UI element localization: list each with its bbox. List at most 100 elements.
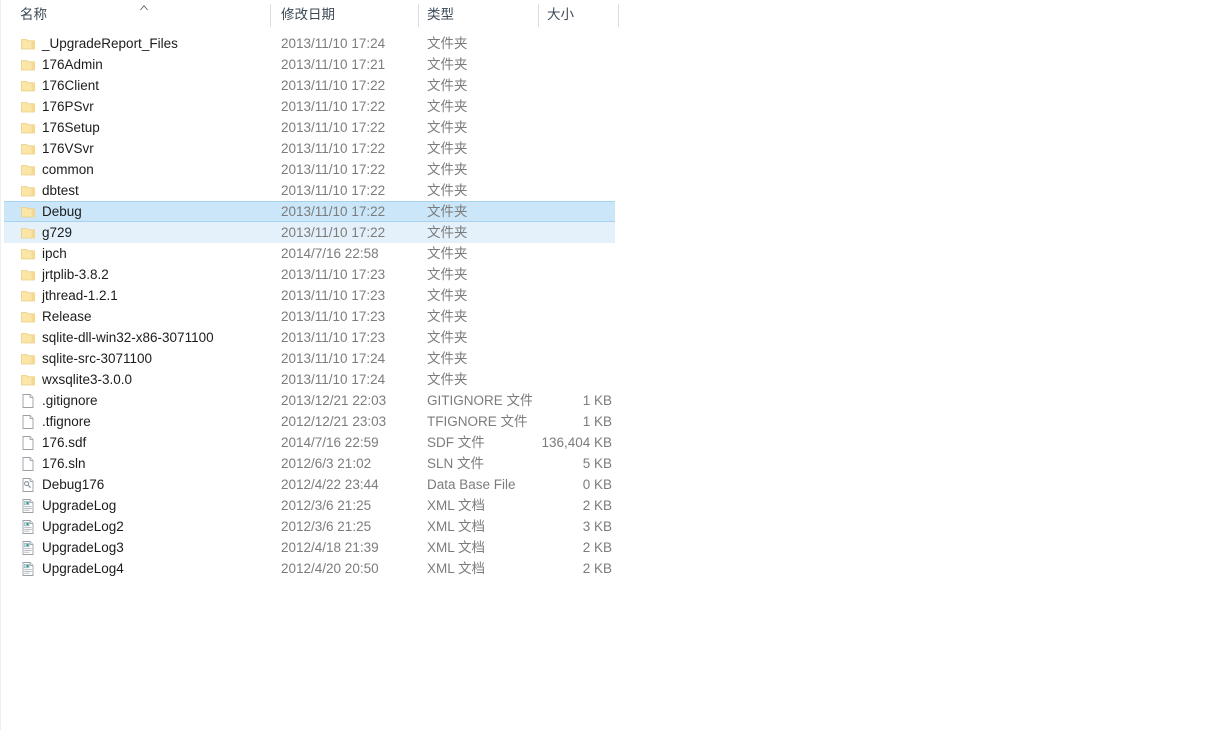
cell-size: 5 KB (582, 456, 612, 471)
file-list-row[interactable]: UpgradeLog2 2012/3/6 21:25 XML 文档 3 KB (1, 516, 1222, 537)
cell-name[interactable]: .tfignore (20, 411, 260, 432)
file-list-row[interactable]: jthread-1.2.1 2013/11/10 17:23 文件夹 (1, 285, 1222, 306)
cell-size (501, 75, 612, 96)
cell-size (501, 201, 612, 222)
cell-size (501, 348, 612, 369)
cell-name[interactable]: ipch (20, 243, 260, 264)
cell-name[interactable]: 176Setup (20, 117, 260, 138)
column-divider-size[interactable] (618, 4, 619, 27)
file-list-row[interactable]: common 2013/11/10 17:22 文件夹 (1, 159, 1222, 180)
cell-name[interactable]: 176.sln (20, 453, 260, 474)
file-list-row[interactable]: sqlite-dll-win32-x86-3071100 2013/11/10 1… (1, 327, 1222, 348)
file-list-row[interactable]: ipch 2014/7/16 22:58 文件夹 (1, 243, 1222, 264)
folder-icon (20, 351, 36, 367)
cell-name[interactable]: .gitignore (20, 390, 260, 411)
file-name-label: 176.sln (42, 456, 86, 471)
file-name-label: sqlite-dll-win32-x86-3071100 (42, 330, 214, 345)
cell-name[interactable]: wxsqlite3-3.0.0 (20, 369, 260, 390)
cell-size (501, 222, 612, 243)
cell-date-modified: 2013/11/10 17:23 (281, 330, 386, 345)
file-list: _UpgradeReport_Files 2013/11/10 17:24 文件夹 1… (1, 33, 1222, 579)
file-list-row[interactable]: 176PSvr 2013/11/10 17:22 文件夹 (1, 96, 1222, 117)
file-name-label: UpgradeLog (42, 498, 117, 513)
file-list-row[interactable]: wxsqlite3-3.0.0 2013/11/10 17:24 文件夹 (1, 369, 1222, 390)
folder-icon (20, 120, 36, 136)
file-name-label: common (42, 162, 94, 177)
file-list-row[interactable]: .tfignore 2012/12/21 23:03 TFIGNORE 文件 1 KB (1, 411, 1222, 432)
cell-name[interactable]: dbtest (20, 180, 260, 201)
cell-size (501, 138, 612, 159)
cell-name[interactable]: jrtplib-3.8.2 (20, 264, 260, 285)
file-list-row[interactable]: 176Setup 2013/11/10 17:22 文件夹 (1, 117, 1222, 138)
file-name-label: ipch (42, 246, 67, 261)
cell-date-modified: 2013/11/10 17:21 (281, 57, 386, 72)
cell-date-modified: 2013/12/21 22:03 (281, 393, 387, 408)
cell-name[interactable]: UpgradeLog (20, 495, 260, 516)
cell-name[interactable]: 176Admin (20, 54, 260, 75)
file-list-row[interactable]: sqlite-src-3071100 2013/11/10 17:24 文件夹 (1, 348, 1222, 369)
file-name-label: _UpgradeReport_Files (42, 36, 178, 51)
file-list-row[interactable]: _UpgradeReport_Files 2013/11/10 17:24 文件夹 (1, 33, 1222, 54)
cell-date-modified: 2013/11/10 17:22 (281, 225, 386, 240)
cell-name[interactable]: sqlite-src-3071100 (20, 348, 260, 369)
column-header-size[interactable]: 大小 (547, 0, 607, 30)
cell-name[interactable]: jthread-1.2.1 (20, 285, 260, 306)
file-name-label: jthread-1.2.1 (42, 288, 118, 303)
folder-icon (20, 288, 36, 304)
cell-name[interactable]: common (20, 159, 260, 180)
file-list-row[interactable]: 176.sln 2012/6/3 21:02 SLN 文件 5 KB (1, 453, 1222, 474)
file-list-row[interactable]: Release 2013/11/10 17:23 文件夹 (1, 306, 1222, 327)
cell-name[interactable]: _UpgradeReport_Files (20, 33, 260, 54)
file-name-label: UpgradeLog4 (42, 561, 124, 576)
column-divider-name[interactable] (270, 4, 271, 27)
file-list-row[interactable]: 176VSvr 2013/11/10 17:22 文件夹 (1, 138, 1222, 159)
cell-name[interactable]: UpgradeLog3 (20, 537, 260, 558)
cell-name[interactable]: 176VSvr (20, 138, 260, 159)
cell-name[interactable]: 176.sdf (20, 432, 260, 453)
file-name-label: 176Client (42, 78, 100, 93)
document-icon (20, 414, 36, 430)
file-list-row[interactable]: UpgradeLog4 2012/4/20 20:50 XML 文档 2 KB (1, 558, 1222, 579)
file-list-row[interactable]: Debug 2013/11/10 17:22 文件夹 (1, 201, 1222, 222)
file-name-label: .gitignore (42, 393, 98, 408)
column-divider-date[interactable] (418, 4, 419, 27)
cell-size: 2 KB (582, 540, 612, 555)
column-header-date-modified[interactable]: 修改日期 (281, 0, 411, 30)
cell-date-modified: 2013/11/10 17:23 (281, 288, 386, 303)
cell-name[interactable]: Release (20, 306, 260, 327)
file-list-row[interactable]: .gitignore 2013/12/21 22:03 GITIGNORE 文件 1 … (1, 390, 1222, 411)
cell-name[interactable]: 176PSvr (20, 96, 260, 117)
column-header-name[interactable]: 名称 (20, 0, 260, 30)
folder-icon (20, 162, 36, 178)
cell-size: 1 KB (582, 393, 612, 408)
file-list-row[interactable]: g729 2013/11/10 17:22 文件夹 (1, 222, 1222, 243)
xml-document-icon (20, 540, 36, 556)
file-list-row[interactable]: Debug176 2012/4/22 23:44 Data Base File 0 K… (1, 474, 1222, 495)
file-list-row[interactable]: UpgradeLog 2012/3/6 21:25 XML 文档 2 KB (1, 495, 1222, 516)
cell-name[interactable]: 176Client (20, 75, 260, 96)
file-list-row[interactable]: 176Client 2013/11/10 17:22 文件夹 (1, 75, 1222, 96)
cell-name[interactable]: UpgradeLog4 (20, 558, 260, 579)
file-list-row[interactable]: UpgradeLog3 2012/4/18 21:39 XML 文档 2 KB (1, 537, 1222, 558)
cell-name[interactable]: UpgradeLog2 (20, 516, 260, 537)
file-list-row[interactable]: jrtplib-3.8.2 2013/11/10 17:23 文件夹 (1, 264, 1222, 285)
column-header-type[interactable]: 类型 (427, 0, 527, 30)
cell-size (501, 180, 612, 201)
file-name-label: Release (42, 309, 92, 324)
cell-name[interactable]: g729 (20, 222, 260, 243)
cell-size (501, 243, 612, 264)
cell-date-modified: 2013/11/10 17:22 (281, 183, 386, 198)
file-name-label: Debug (42, 204, 82, 219)
column-divider-type[interactable] (538, 4, 539, 27)
cell-name[interactable]: Debug176 (20, 474, 260, 495)
file-list-row[interactable]: 176Admin 2013/11/10 17:21 文件夹 (1, 54, 1222, 75)
cell-name[interactable]: Debug (20, 201, 260, 222)
cell-size (501, 159, 612, 180)
file-list-row[interactable]: 176.sdf 2014/7/16 22:59 SDF 文件 136,404 KB (1, 432, 1222, 453)
file-list-row[interactable]: dbtest 2013/11/10 17:22 文件夹 (1, 180, 1222, 201)
cell-size (501, 264, 612, 285)
cell-date-modified: 2013/11/10 17:22 (281, 78, 386, 93)
cell-date-modified: 2012/4/18 21:39 (281, 540, 379, 555)
cell-size: 2 KB (582, 561, 612, 576)
cell-name[interactable]: sqlite-dll-win32-x86-3071100 (20, 327, 260, 348)
